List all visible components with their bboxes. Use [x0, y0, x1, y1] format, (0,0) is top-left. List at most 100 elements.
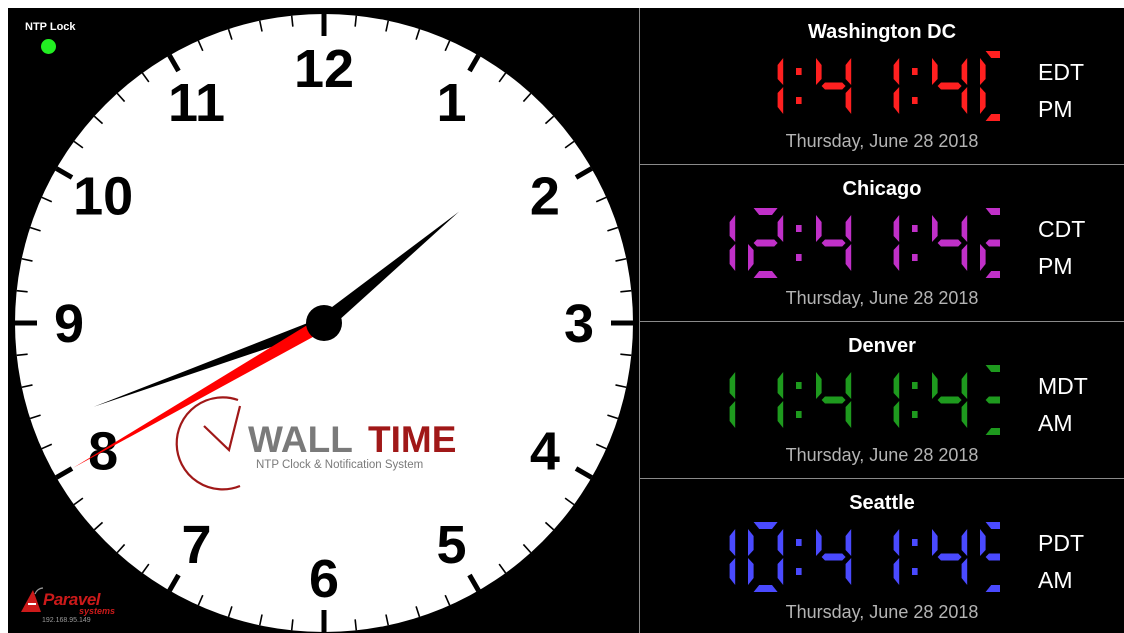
walltime-logo-wall: WALL — [248, 419, 353, 460]
zone-ampm: PM — [1038, 253, 1073, 279]
digit-segment — [980, 58, 986, 85]
digit-segment — [980, 87, 986, 114]
zone-denver: Denver MDT AM Thursday, June 28 2018 — [640, 322, 1124, 479]
zone-tz-abbr: MDT — [1038, 373, 1088, 399]
zone-tz-abbr: PDT — [1038, 530, 1084, 556]
zone-city: Washington DC — [807, 21, 957, 43]
zone-digital-time — [729, 365, 1000, 435]
digit-group — [777, 51, 1000, 121]
digit-segment — [729, 372, 736, 399]
clock-numeral: 12 — [294, 39, 354, 99]
colon-dot — [912, 254, 918, 261]
clock-center-cap — [306, 305, 342, 341]
digit-segment — [821, 82, 846, 90]
digit-segment — [845, 558, 852, 585]
digit-group — [729, 522, 1000, 592]
paravel-logo: Paravel systems 192.168.95.149 — [15, 586, 125, 626]
digit-segment — [937, 239, 962, 247]
digit-segment — [753, 239, 778, 247]
zone-date: Thursday, June 28 2018 — [785, 131, 979, 151]
clock-numeral: 6 — [309, 549, 339, 609]
digit-segment — [777, 58, 784, 85]
digit-segment — [748, 529, 754, 556]
digit-segment — [985, 51, 1000, 58]
clock-numeral: 7 — [181, 515, 211, 575]
ntp-lock-label: NTP Lock — [25, 21, 76, 33]
colon-dot — [796, 254, 802, 261]
colon-dot — [912, 97, 918, 104]
zone-digital-time — [729, 208, 1000, 278]
zone-ampm: AM — [1038, 410, 1073, 436]
digit-segment — [777, 372, 784, 399]
digit-segment — [893, 558, 900, 585]
digit-segment — [893, 244, 900, 271]
digit-segment — [985, 428, 1000, 435]
digit-segment — [932, 215, 938, 242]
digit-segment — [729, 558, 736, 585]
zone-date: Thursday, June 28 2018 — [785, 602, 979, 622]
paravel-mark-icon — [21, 587, 44, 612]
digit-segment — [729, 244, 736, 271]
zone-digital-time — [729, 522, 1000, 592]
zone-date: Thursday, June 28 2018 — [785, 288, 979, 308]
clock-numeral: 4 — [530, 422, 560, 482]
digit-segment — [893, 87, 900, 114]
clock-numeral: 11 — [168, 73, 225, 133]
digit-segment — [816, 372, 822, 399]
digit-segment — [821, 239, 846, 247]
digit-segment — [821, 396, 846, 404]
walltime-logo-tagline: NTP Clock & Notification System — [256, 459, 423, 471]
digit-segment — [932, 58, 938, 85]
digit-segment — [845, 215, 852, 242]
digit-segment — [845, 87, 852, 114]
digit-segment — [985, 208, 1000, 215]
colon-dot — [912, 568, 918, 575]
digit-segment — [748, 244, 754, 271]
digit-segment — [985, 396, 1000, 404]
digit-segment — [985, 239, 1000, 247]
digit-segment — [980, 244, 986, 271]
digit-segment — [893, 372, 900, 399]
colon-dot — [796, 68, 802, 75]
analog-clock: 121234567891011 WALL TIME NTP Clock & No… — [15, 14, 633, 632]
colon-dot — [912, 411, 918, 418]
colon-dot — [912, 225, 918, 232]
digit-group — [729, 208, 1000, 278]
digit-segment — [845, 529, 852, 556]
digit-segment — [985, 365, 1000, 372]
digit-segment — [961, 401, 968, 428]
digit-segment — [985, 553, 1000, 561]
colon-dot — [912, 68, 918, 75]
clock-numeral: 8 — [88, 422, 118, 482]
zone-tz-abbr: EDT — [1038, 59, 1084, 85]
digit-segment — [985, 522, 1000, 529]
digit-segment — [980, 529, 986, 556]
clock-numeral: 1 — [436, 73, 466, 133]
digit-segment — [961, 215, 968, 242]
digit-segment — [961, 558, 968, 585]
ip-address: 192.168.95.149 — [42, 617, 91, 624]
digit-segment — [961, 58, 968, 85]
digit-segment — [777, 401, 784, 428]
colon-dot — [796, 539, 802, 546]
zone-ampm: PM — [1038, 96, 1073, 122]
digit-segment — [753, 271, 778, 278]
digit-segment — [937, 396, 962, 404]
digit-segment — [961, 87, 968, 114]
colon-dot — [912, 539, 918, 546]
zone-tz: EDT PM — [1038, 54, 1084, 128]
zone-city: Seattle — [849, 492, 915, 514]
digit-segment — [729, 215, 736, 242]
clock-numeral: 10 — [73, 167, 133, 227]
digit-segment — [753, 208, 778, 215]
colon-dot — [796, 382, 802, 389]
clock-numeral: 2 — [530, 167, 560, 227]
digit-segment — [985, 114, 1000, 121]
clock-numeral: 3 — [564, 294, 594, 354]
zone-city: Denver — [848, 335, 916, 357]
digit-segment — [777, 87, 784, 114]
digit-segment — [777, 529, 784, 556]
digit-segment — [893, 401, 900, 428]
colon-dot — [796, 411, 802, 418]
zone-tz: CDT PM — [1038, 211, 1085, 285]
